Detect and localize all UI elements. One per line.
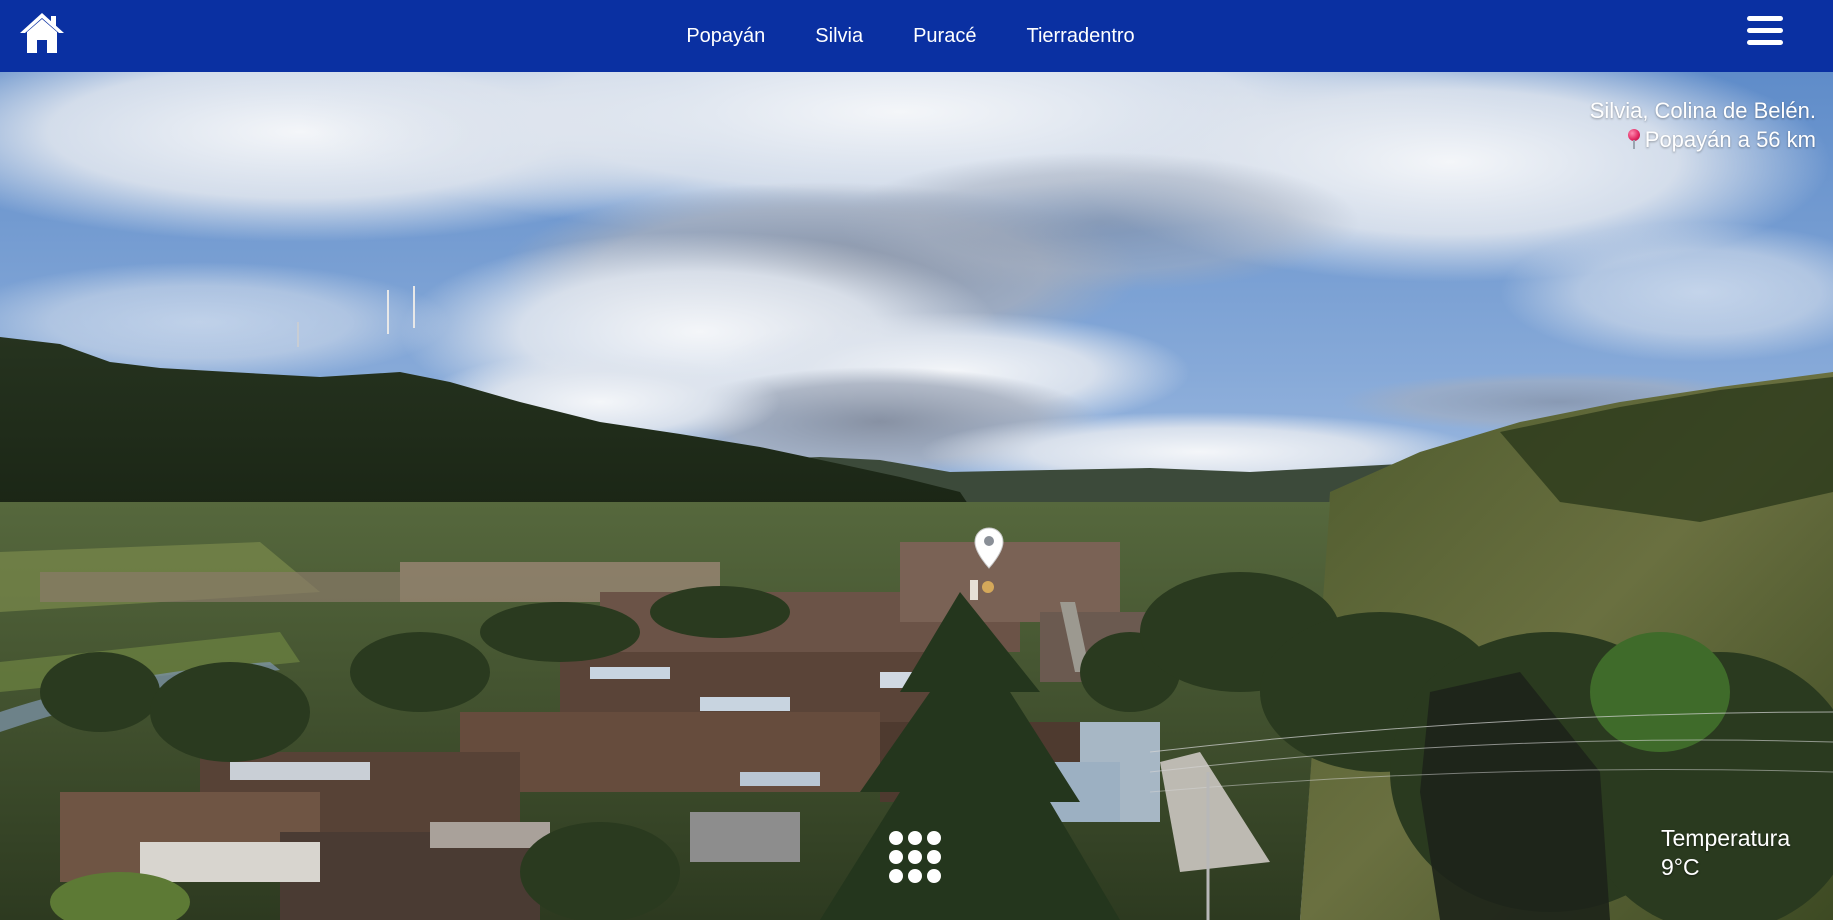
map-pin-icon[interactable]: [974, 527, 1004, 569]
location-info: Silvia, Colina de Belén. Popayán a 56 km: [1590, 96, 1816, 154]
round-pushpin-icon: [1627, 128, 1641, 150]
hamburger-menu-icon[interactable]: [1747, 16, 1783, 50]
top-navigation-bar: Popayán Silvia Puracé Tierradentro: [0, 0, 1833, 72]
temperature-widget: Temperatura 9°C: [1661, 824, 1790, 882]
nav-link-tierradentro[interactable]: Tierradentro: [1001, 0, 1159, 72]
location-title: Silvia, Colina de Belén.: [1589, 98, 1816, 123]
temperature-label: Temperatura: [1661, 825, 1791, 851]
nav-link-silvia[interactable]: Silvia: [790, 0, 888, 72]
home-icon[interactable]: [18, 10, 66, 56]
location-distance-text: Popayán a 56 km: [1644, 127, 1816, 152]
nav-link-purace[interactable]: Puracé: [888, 0, 1001, 72]
main-nav: Popayán Silvia Puracé Tierradentro: [0, 0, 1833, 72]
temperature-value: 9°C: [1661, 854, 1700, 880]
nav-link-popayan[interactable]: Popayán: [661, 0, 790, 72]
location-distance: Popayán a 56 km: [1590, 125, 1816, 154]
panorama-scene: [0, 72, 1833, 920]
panorama-viewer[interactable]: [0, 72, 1833, 920]
grid-dots-icon[interactable]: [889, 831, 941, 883]
